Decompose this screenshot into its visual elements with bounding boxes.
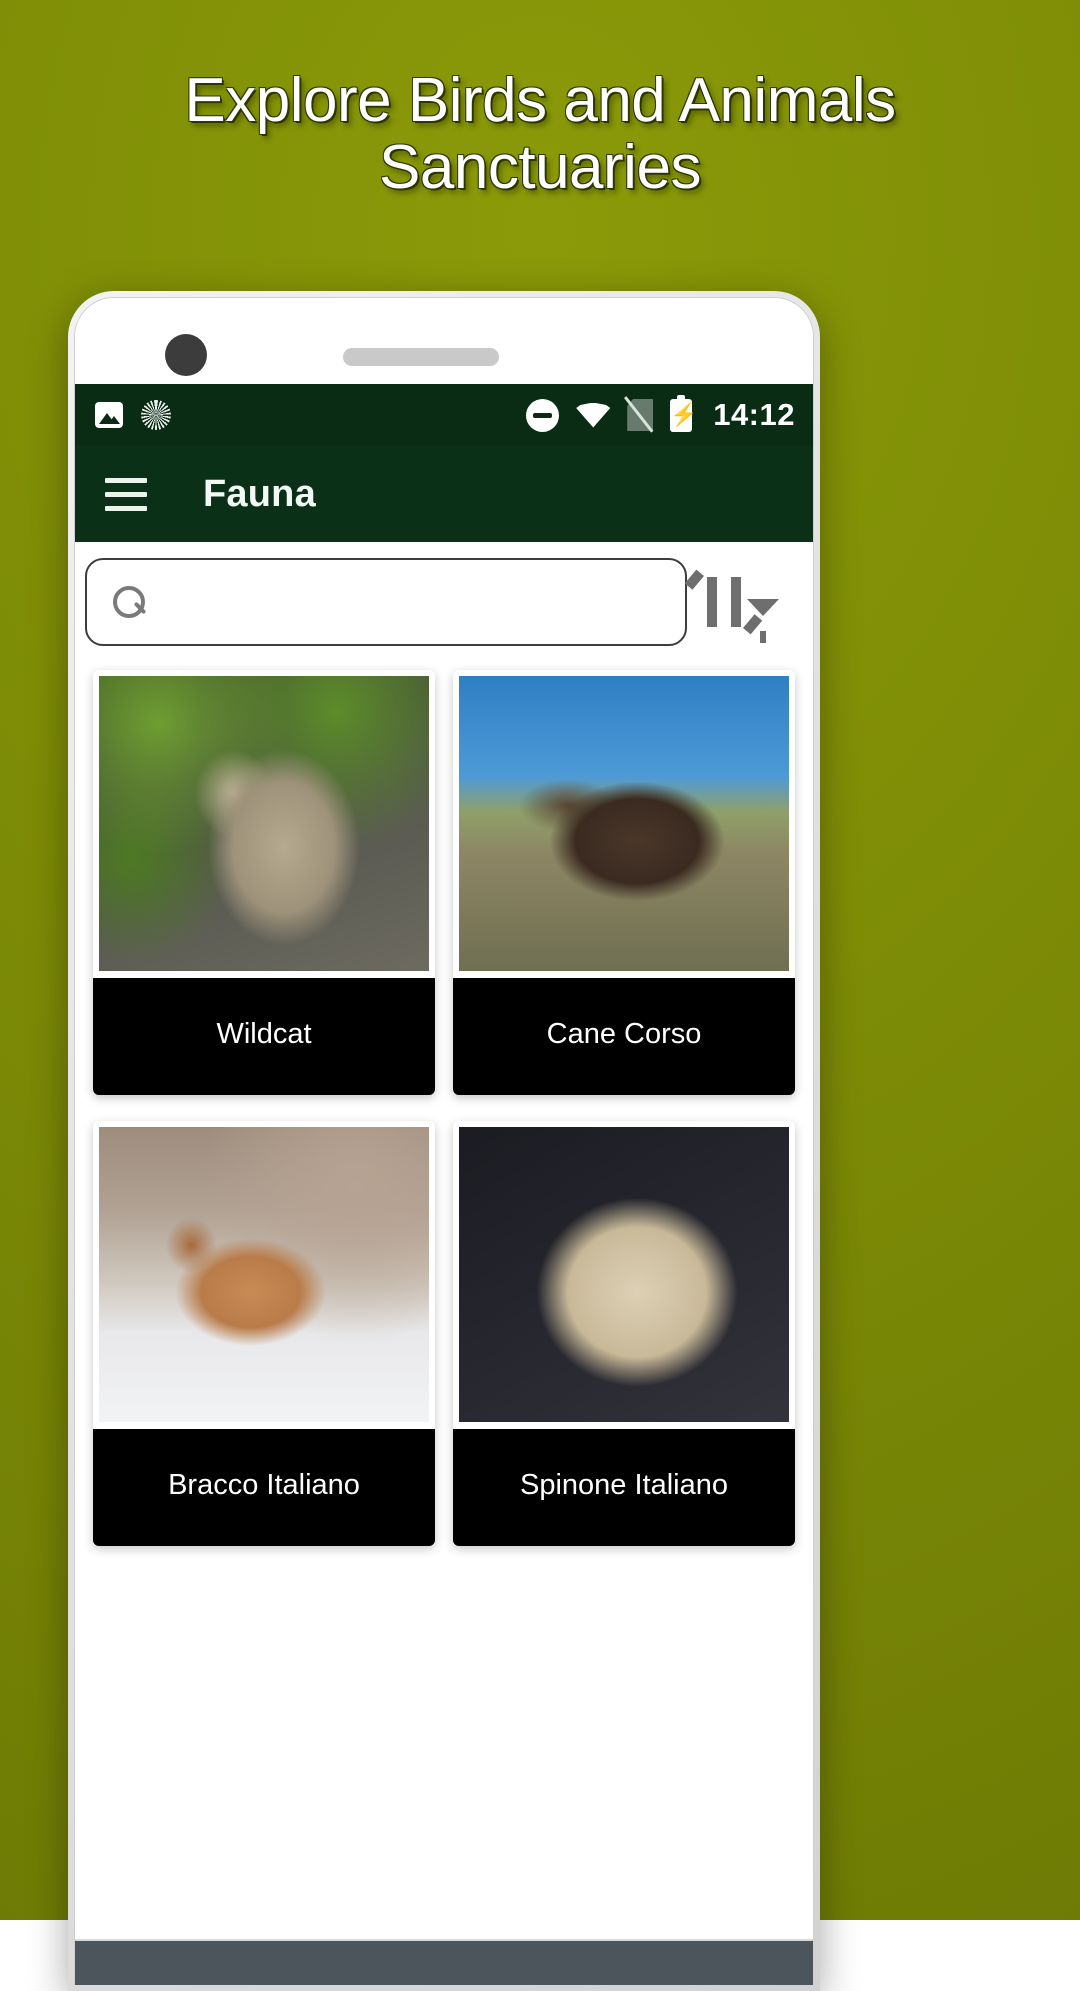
image-icon: [95, 402, 123, 428]
animal-card-image-wrap: [93, 1121, 435, 1422]
status-bar-left-icons: [95, 400, 171, 430]
animal-card-image-wrap: [93, 670, 435, 971]
promo-background: Explore Birds and Animals Sanctuaries: [0, 0, 1080, 1920]
search-icon: [113, 586, 145, 618]
sort-filter-button[interactable]: [687, 558, 791, 646]
wildcat-photo: [99, 676, 429, 971]
status-bar: 14:12: [75, 384, 813, 446]
status-bar-right-icons: 14:12: [526, 397, 795, 433]
hamburger-line: [105, 492, 147, 497]
animal-card[interactable]: Spinone Italiano: [453, 1121, 795, 1546]
animal-card-title: Cane Corso: [453, 978, 795, 1095]
animal-card-image-wrap: [453, 1121, 795, 1422]
app-bar: Fauna: [75, 446, 813, 542]
search-field[interactable]: [85, 558, 687, 646]
animal-card-title: Spinone Italiano: [453, 1429, 795, 1546]
animal-card[interactable]: Bracco Italiano: [93, 1121, 435, 1546]
bottom-navigation-bar[interactable]: [75, 1939, 813, 1985]
do-not-disturb-icon: [526, 399, 559, 432]
sort-filter-icon: [703, 575, 775, 629]
animal-card-image-wrap: [453, 670, 795, 971]
status-bar-clock: 14:12: [713, 397, 795, 433]
animal-card[interactable]: Wildcat: [93, 670, 435, 1095]
animal-card-title: Bracco Italiano: [93, 1429, 435, 1546]
sort-arrow-up: [707, 577, 717, 627]
animal-card-title: Wildcat: [93, 978, 435, 1095]
wifi-icon: [576, 403, 610, 428]
search-row: [75, 542, 813, 656]
phone-mockup-frame: 14:12 Fauna: [68, 291, 820, 1991]
funnel-icon: [747, 599, 779, 616]
battery-charging-icon: [670, 399, 692, 432]
bracco-italiano-photo: [99, 1127, 429, 1422]
sort-arrow-down: [731, 577, 741, 627]
spinone-italiano-photo: [459, 1127, 789, 1422]
animal-card[interactable]: Cane Corso: [453, 670, 795, 1095]
earpiece-speaker-icon: [343, 348, 499, 366]
hamburger-line: [105, 478, 147, 483]
cane-corso-photo: [459, 676, 789, 971]
camera-dot-icon: [165, 334, 207, 376]
phone-screen: 14:12 Fauna: [74, 297, 814, 1985]
page-title: Explore Birds and Animals Sanctuaries: [0, 68, 1080, 202]
sync-icon: [141, 400, 171, 430]
animal-card-grid: WildcatCane Corso Bracco ItalianoSpinone …: [75, 656, 813, 1546]
hamburger-line: [105, 506, 147, 511]
phone-bezel: [75, 298, 813, 384]
app-bar-title: Fauna: [203, 473, 316, 516]
sim-off-icon: [627, 399, 653, 431]
search-input[interactable]: [159, 585, 659, 619]
app-content: WildcatCane Corso Bracco ItalianoSpinone …: [75, 542, 813, 1985]
hamburger-menu-icon[interactable]: [105, 478, 147, 511]
